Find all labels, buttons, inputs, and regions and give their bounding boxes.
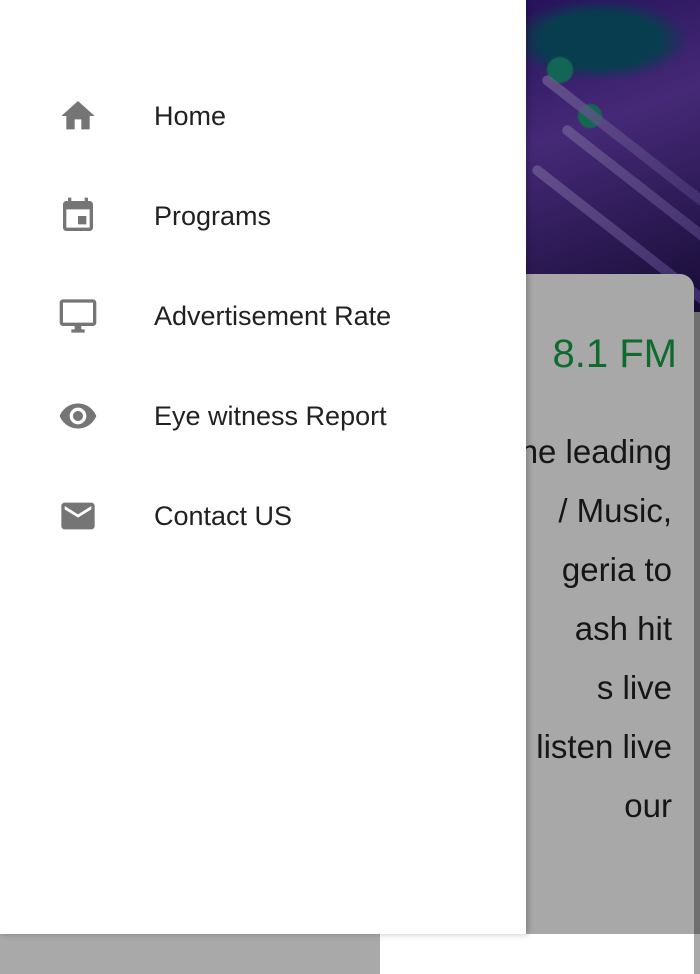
eye-icon [58,396,98,436]
drawer-item-eye-witness-report[interactable]: Eye witness Report [0,366,526,466]
monitor-icon [58,296,98,336]
drawer-item-contact-us[interactable]: Contact US [0,466,526,566]
drawer-menu: Home Programs Advertisement Rate Eye wit… [0,66,526,566]
drawer-item-label: Home [154,100,227,131]
drawer-item-home[interactable]: Home [0,66,526,166]
drawer-item-programs[interactable]: Programs [0,166,526,266]
drawer-item-label: Programs [154,200,272,231]
drawer-item-label: Contact US [154,500,293,531]
drawer-item-label: Eye witness Report [154,400,387,431]
mail-icon [58,496,98,536]
drawer-item-advertisement-rate[interactable]: Advertisement Rate [0,266,526,366]
calendar-icon [58,196,98,236]
navigation-drawer: Home Programs Advertisement Rate Eye wit… [0,0,526,934]
home-icon [58,96,98,136]
drawer-item-label: Advertisement Rate [154,300,392,331]
